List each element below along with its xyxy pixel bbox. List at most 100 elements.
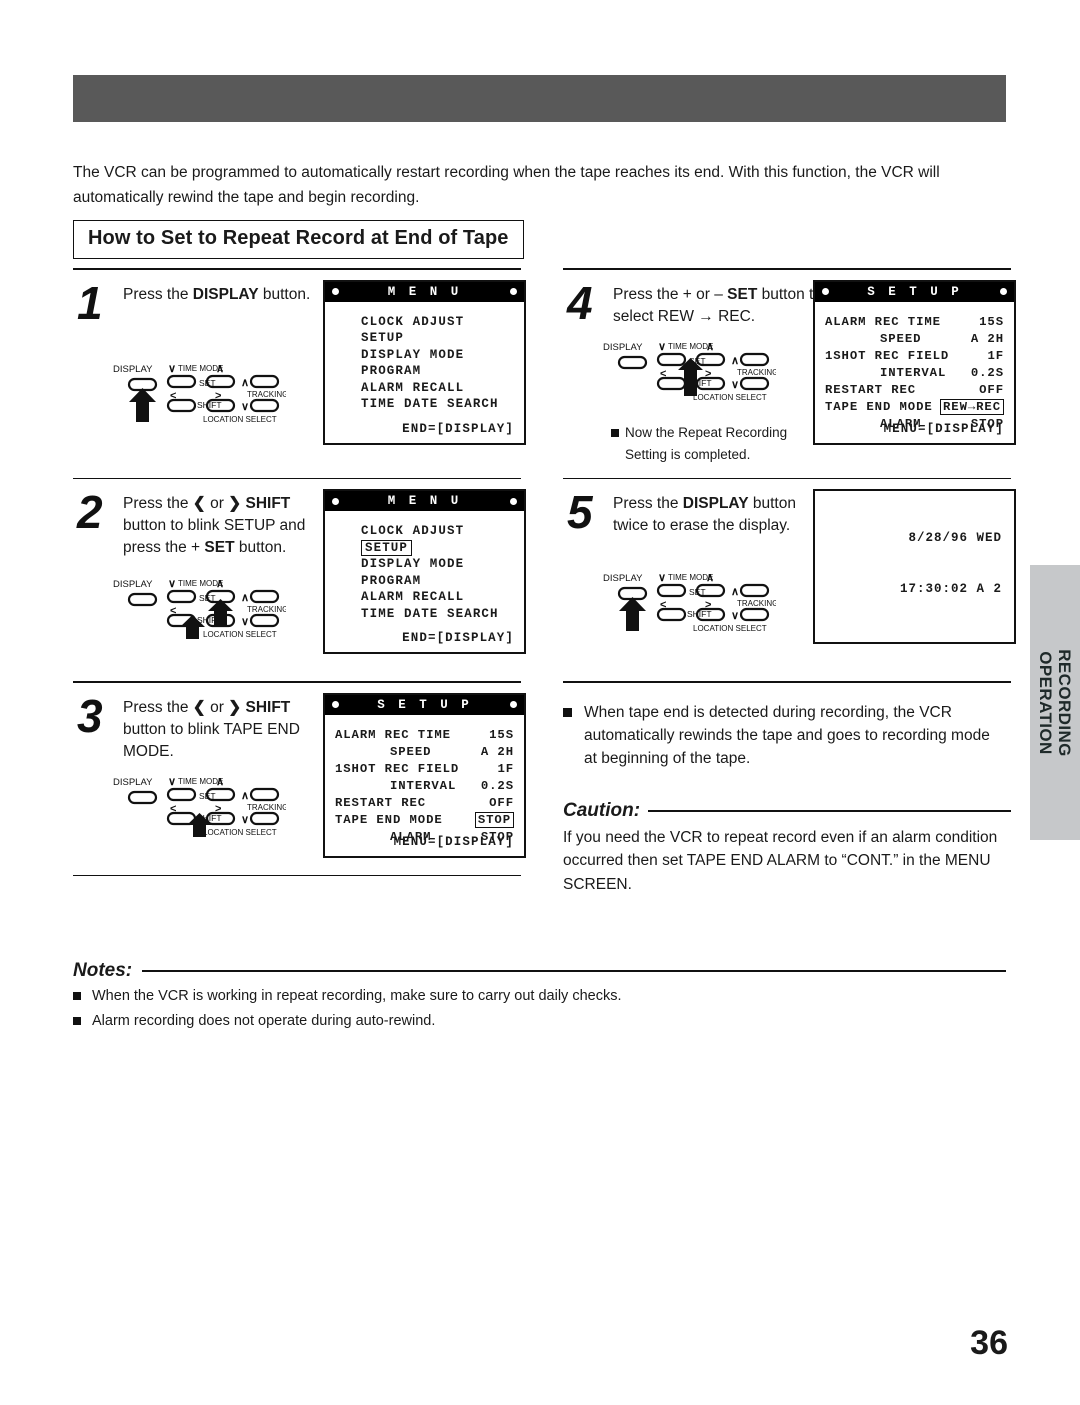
setup-row[interactable]: INTERVAL 0.2S <box>335 778 514 795</box>
osd-menu-screen-setup-selected: M E N U CLOCK ADJUST SETUP DISPLAY MODE … <box>323 489 526 655</box>
display-label: DISPLAY <box>113 364 153 375</box>
remote-button-panel: DISPLAY TIME MODE SET SHIFT TRACKING LOC… <box>111 775 286 837</box>
setup-row-value: OFF <box>979 382 1004 397</box>
setup-row[interactable]: RESTART REC OFF <box>825 382 1004 399</box>
setup-row[interactable]: TAPE END MODE STOP <box>335 812 514 829</box>
menu-item[interactable]: CLOCK ADJUST <box>335 523 514 540</box>
svg-text:∧: ∧ <box>216 776 224 788</box>
menu-item[interactable]: SETUP <box>335 330 514 347</box>
notes-heading-text: Notes: <box>73 960 133 981</box>
step-3: 3 Press the ❮ or ❯ SHIFT button to blink… <box>73 683 526 875</box>
step-number: 4 <box>567 276 593 329</box>
step-number: 2 <box>77 486 103 539</box>
osd-title-bar: S E T U P <box>815 281 1014 302</box>
setup-row[interactable]: RESTART REC OFF <box>335 795 514 812</box>
menu-item[interactable]: TIME DATE SEARCH <box>335 396 514 413</box>
svg-text:∨: ∨ <box>241 616 249 628</box>
menu-item[interactable]: CLOCK ADJUST <box>335 314 514 331</box>
step-4-note-text: Now the Repeat Recording <box>625 424 788 440</box>
svg-text:DISPLAY: DISPLAY <box>113 777 153 788</box>
setup-row-label: 1SHOT REC FIELD <box>825 348 950 363</box>
bullet-square-icon <box>73 1017 81 1025</box>
osd-setup-screen-stop: S E T U P ALARM REC TIME 15S SPEED A 2H 1SHO… <box>323 692 526 858</box>
setup-row[interactable]: 1SHOT REC FIELD 1F <box>825 348 1004 365</box>
svg-text:∨: ∨ <box>731 379 739 391</box>
remote-button-panel: DISPLAY TIME MODE SET SHIFT TRACKING LOC… <box>111 362 286 424</box>
left-column: 1 Press the DISPLAY button. DISPLAY TIME… <box>73 268 526 877</box>
setup-row[interactable]: INTERVAL 0.2S <box>825 365 1004 382</box>
setup-row[interactable]: SPEED A 2H <box>825 331 1004 348</box>
note-item: Alarm recording does not operate during … <box>73 1010 1006 1032</box>
menu-item-box: SETUP <box>361 539 413 556</box>
svg-text:TRACKING: TRACKING <box>737 368 776 377</box>
caution-rule <box>648 809 1011 812</box>
dot-left-icon <box>332 701 339 709</box>
step-number: 1 <box>77 276 103 329</box>
page-title: How to Set to Repeat Record at End of Ta… <box>73 220 524 259</box>
svg-text:LOCATION SELECT: LOCATION SELECT <box>203 630 277 639</box>
setup-row[interactable]: ALARM REC TIME 15S <box>825 314 1004 331</box>
setup-row[interactable]: SPEED A 2H <box>335 744 514 761</box>
menu-item[interactable]: PROGRAM <box>335 363 514 380</box>
side-tab-label: RECORDING OPERATION <box>1036 649 1074 757</box>
side-tab-recording-operation: RECORDING OPERATION <box>1030 565 1080 840</box>
note-text: Alarm recording does not operate during … <box>92 1013 436 1029</box>
menu-item-highlighted[interactable]: SETUP <box>335 539 514 557</box>
osd-time: 17:30:02 A 2 <box>899 582 1002 597</box>
svg-text:DISPLAY: DISPLAY <box>603 342 643 353</box>
osd-footer: END=[DISPLAY] <box>402 631 514 646</box>
osd-date: 8/28/96 WED <box>908 531 1002 546</box>
svg-text:<: < <box>170 605 176 617</box>
menu-item[interactable]: TIME DATE SEARCH <box>335 606 514 623</box>
menu-item[interactable]: ALARM RECALL <box>335 589 514 606</box>
svg-text:∨: ∨ <box>658 341 666 353</box>
step-number: 5 <box>567 486 593 539</box>
svg-text:∨: ∨ <box>241 401 249 413</box>
osd-setup-screen-rew-rec: S E T U P ALARM REC TIME 15S SPEED A 2H 1SHO… <box>813 279 1016 445</box>
setup-row-value: 15S <box>979 314 1004 329</box>
header-bar <box>73 75 1006 122</box>
notes-block: Notes: When the VCR is working in repeat… <box>73 960 1006 1032</box>
setup-row[interactable]: TAPE END MODE REW→REC <box>825 399 1004 416</box>
osd-setup-rows: ALARM REC TIME 15S SPEED A 2H 1SHOT REC FIEL… <box>815 302 1014 433</box>
svg-text:>: > <box>705 368 711 380</box>
setup-row-value: A 2H <box>970 331 1004 346</box>
menu-item[interactable]: DISPLAY MODE <box>335 347 514 364</box>
setup-row-value-highlighted: REW→REC <box>940 399 1004 416</box>
svg-text:∧: ∧ <box>731 586 739 598</box>
setup-row-label: ALARM REC TIME <box>335 727 451 742</box>
osd-menu-list: CLOCK ADJUST SETUP DISPLAY MODE PROGRAM … <box>325 511 524 622</box>
setup-row-label: 1SHOT REC FIELD <box>335 761 460 776</box>
osd-title: S E T U P <box>867 284 962 299</box>
svg-text:DISPLAY: DISPLAY <box>603 573 643 584</box>
osd-menu-list: CLOCK ADJUST SETUP DISPLAY MODE PROGRAM … <box>325 302 524 413</box>
step-instruction: Press the DISPLAY button. <box>123 285 311 303</box>
menu-item[interactable]: PROGRAM <box>335 573 514 590</box>
side-tab-line1: RECORDING <box>1055 648 1074 757</box>
svg-text:SET: SET <box>199 593 216 603</box>
step-instruction: Press the ❮ or ❯ SHIFT button to blink T… <box>123 698 300 760</box>
remote-button-panel: DISPLAY TIME MODE SET SHIFT TRACKING LOC… <box>111 577 286 640</box>
osd-title-bar: S E T U P <box>325 694 524 715</box>
setup-row-label: ALARM REC TIME <box>825 314 941 329</box>
side-tab-line2: OPERATION <box>1036 650 1055 755</box>
setup-row-value: OFF <box>489 795 514 810</box>
svg-text:∧: ∧ <box>241 377 249 389</box>
osd-menu-screen: M E N U CLOCK ADJUST SETUP DISPLAY MODE … <box>323 279 526 445</box>
step-4-note-line2: Setting is completed. <box>625 446 751 462</box>
svg-text:∨: ∨ <box>658 572 666 584</box>
menu-item[interactable]: DISPLAY MODE <box>335 556 514 573</box>
setup-row[interactable]: ALARM REC TIME 15S <box>335 727 514 744</box>
menu-item[interactable]: ALARM RECALL <box>335 380 514 397</box>
svg-text:TRACKING: TRACKING <box>247 605 286 614</box>
svg-text:TRACKING: TRACKING <box>247 390 286 399</box>
setup-row-value: 0.2S <box>480 778 514 793</box>
step-instruction: Press the DISPLAY button twice to erase … <box>613 495 796 535</box>
dot-right-icon <box>510 288 517 296</box>
note-text: When the VCR is working in repeat record… <box>92 988 622 1004</box>
manual-page: The VCR can be programmed to automatical… <box>0 0 1080 1405</box>
caution-heading: Caution: <box>563 800 1011 822</box>
setup-row[interactable]: 1SHOT REC FIELD 1F <box>335 761 514 778</box>
svg-text:∨: ∨ <box>168 776 176 788</box>
osd-title: S E T U P <box>377 697 472 712</box>
